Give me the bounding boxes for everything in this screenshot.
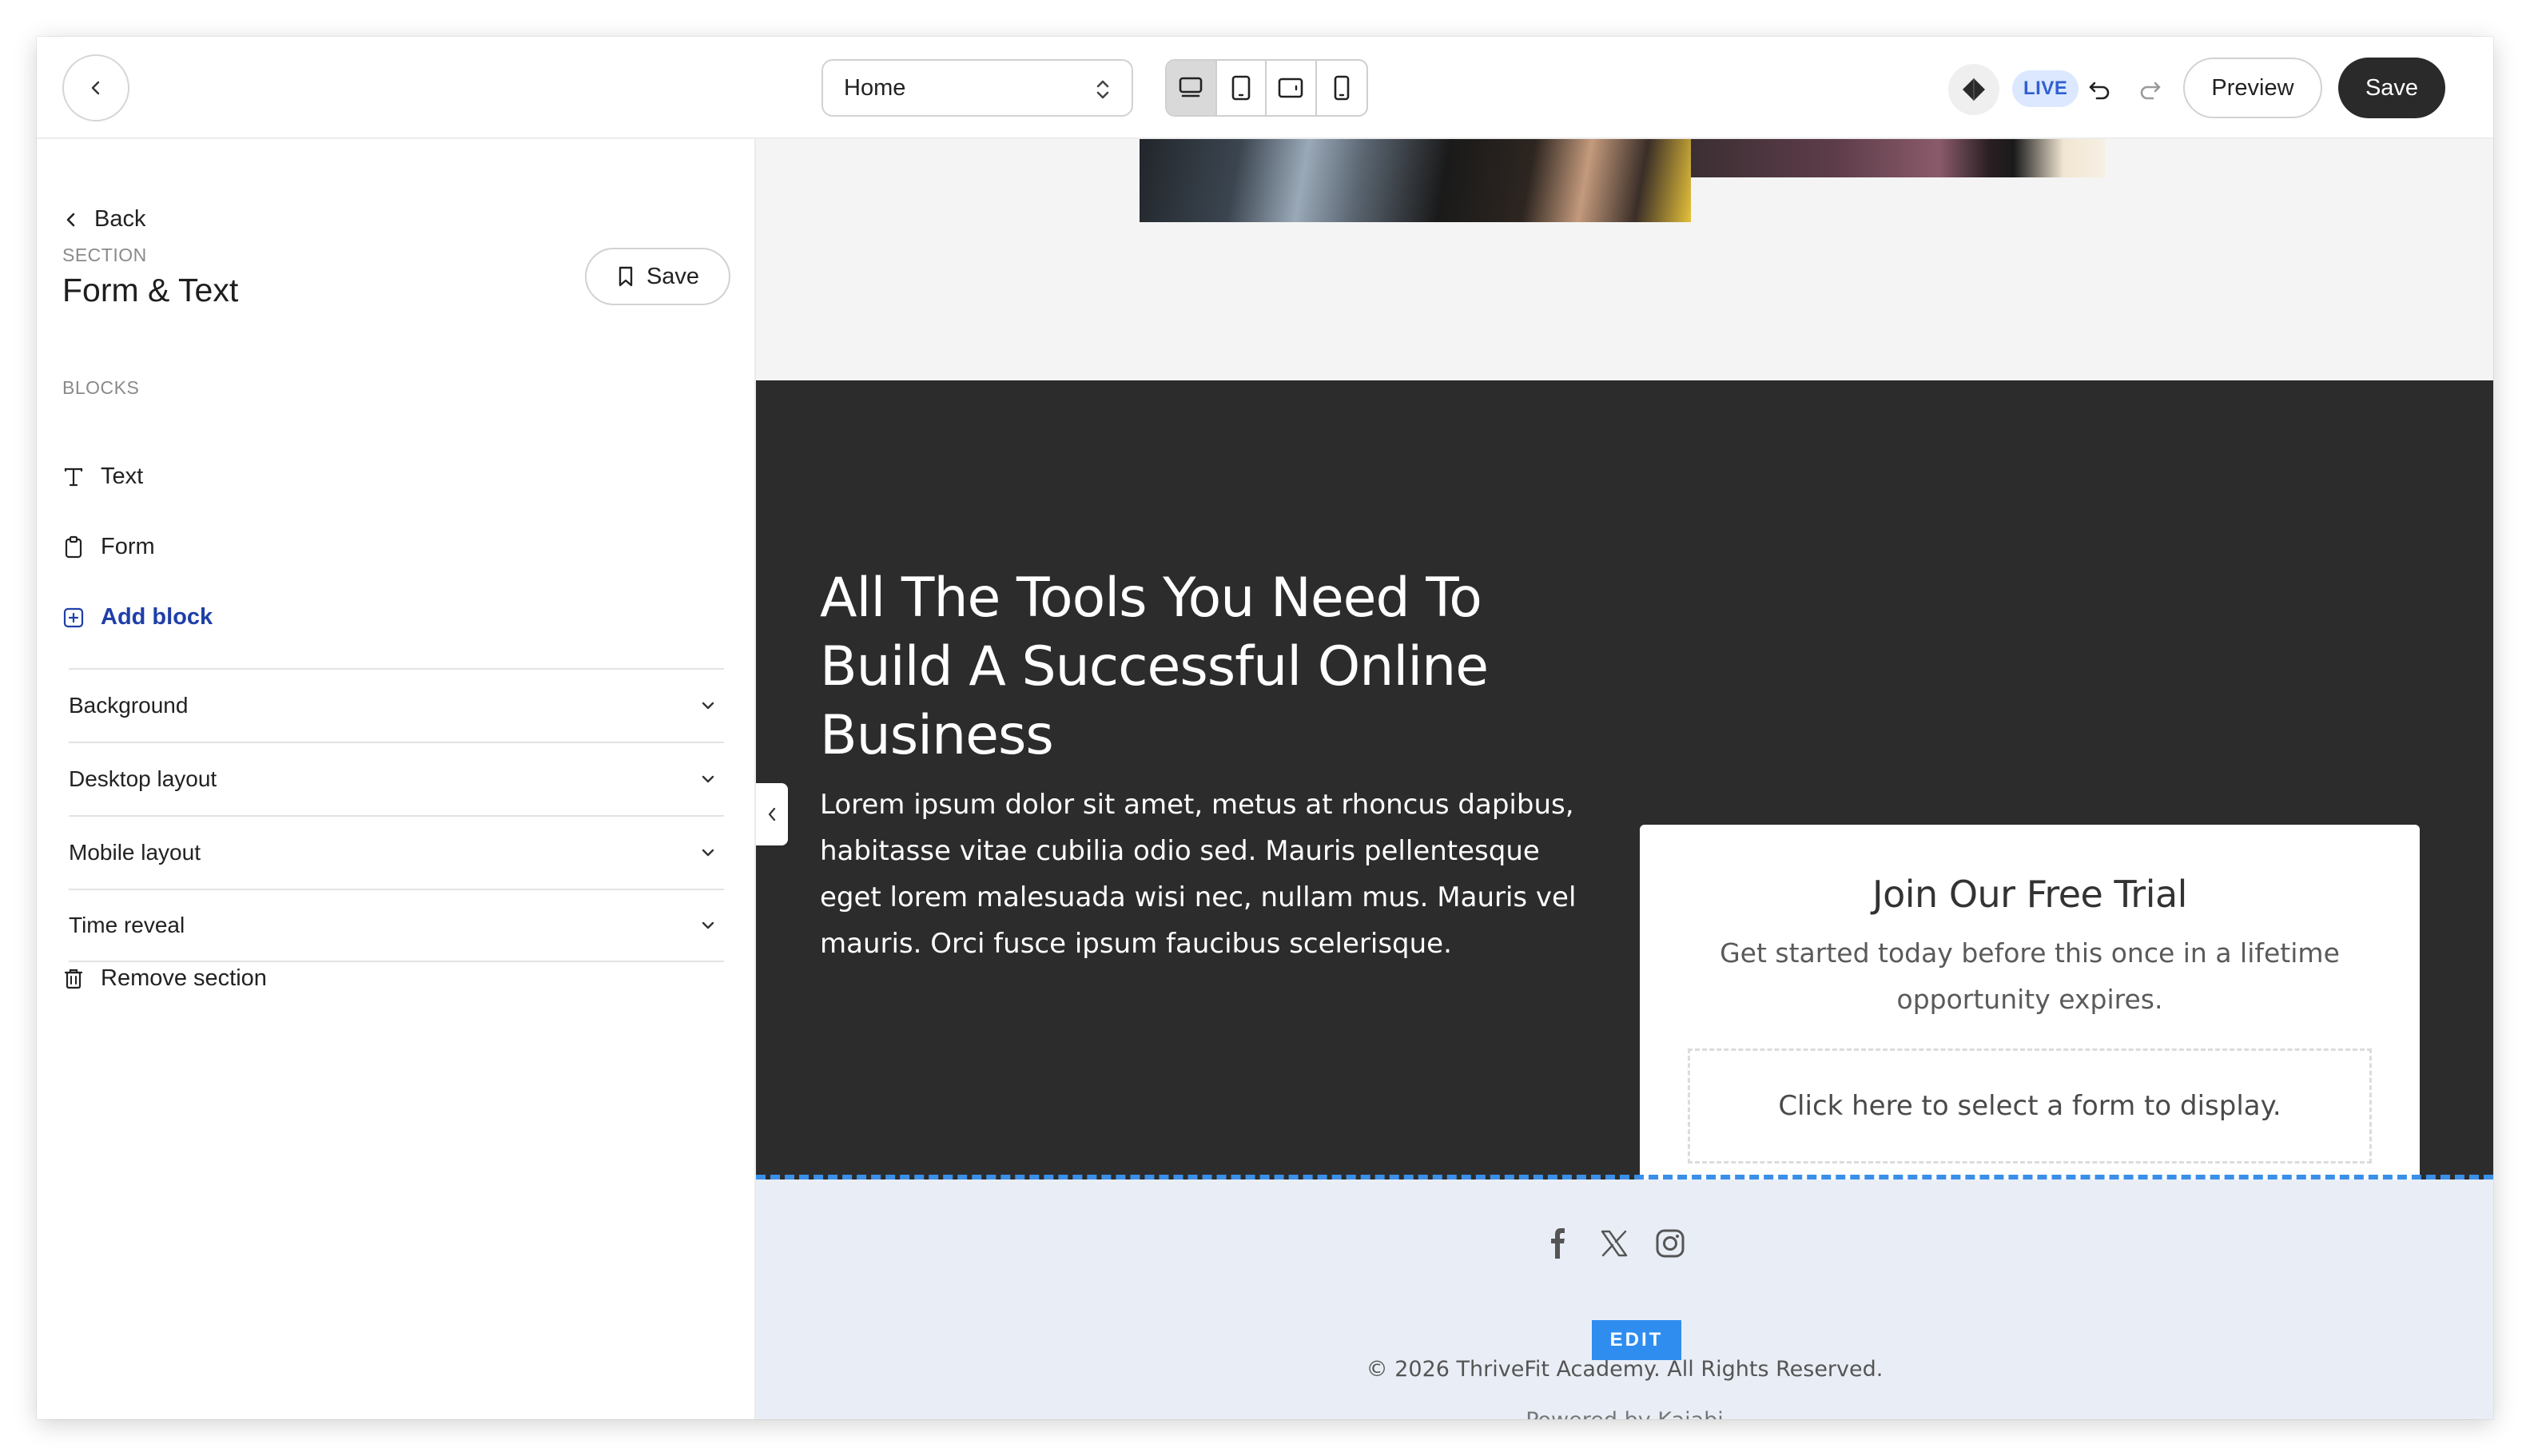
section-body-text[interactable]: Lorem ipsum dolor sit amet, metus at rho…: [820, 782, 1587, 967]
add-block-label: Add block: [101, 604, 213, 630]
mobile-view-button[interactable]: [1317, 61, 1366, 115]
preview-button[interactable]: Preview: [2183, 58, 2322, 118]
time-reveal-accordion[interactable]: Time reveal: [69, 889, 724, 962]
page-selector-value: Home: [844, 74, 906, 101]
accordion-label: Time reveal: [69, 913, 185, 937]
collapse-sidebar-tab[interactable]: [756, 783, 788, 845]
form-card-subtitle: Get started today before this once in a …: [1720, 937, 2340, 1015]
image-gallery-section[interactable]: [756, 139, 2493, 380]
chevron-down-icon: [702, 775, 714, 783]
select-form-placeholder[interactable]: Click here to select a form to display.: [1688, 1048, 2372, 1164]
undo-icon: [2089, 82, 2110, 100]
instagram-icon: [1656, 1229, 1685, 1258]
facebook-icon: [1551, 1228, 1565, 1259]
background-accordion[interactable]: Background: [69, 668, 724, 742]
chevron-left-icon: [768, 807, 776, 821]
form-card: Join Our Free Trial Get started today be…: [1640, 825, 2420, 1213]
form-card-title: Join Our Free Trial: [1872, 873, 2187, 916]
redo-icon: [2140, 82, 2161, 100]
block-item-label: Text: [101, 463, 144, 489]
page-selector[interactable]: Home: [821, 59, 1133, 117]
save-button[interactable]: Save: [2338, 58, 2445, 118]
page-preview-canvas: All The Tools You Need To Build A Succes…: [756, 139, 2493, 1419]
x-link[interactable]: [1597, 1226, 1632, 1261]
top-toolbar: Home LIVE Preview Save: [37, 37, 2493, 139]
chevron-down-icon: [702, 921, 714, 929]
desktop-icon: [1179, 77, 1203, 97]
block-item-label: Form: [101, 534, 155, 559]
mobile-icon: [1334, 75, 1350, 101]
diamond-icon: [1963, 78, 1985, 101]
copyright-text: © 2026 ThriveFit Academy. All Rights Res…: [1366, 1357, 1884, 1382]
bookmark-icon: [619, 266, 633, 287]
back-link[interactable]: Back: [62, 206, 145, 233]
form-text-section[interactable]: All The Tools You Need To Build A Succes…: [756, 380, 2493, 1213]
chevron-up-down-icon: [1096, 80, 1109, 99]
block-item-text[interactable]: Text: [62, 463, 143, 490]
accordion-label: Background: [69, 693, 189, 718]
editor-window: Home LIVE Preview Save Back SECTION Form…: [37, 37, 2493, 1419]
save-section-button[interactable]: Save: [585, 248, 730, 305]
section-settings-sidebar: Back SECTION Form & Text Save BLOCKS Tex…: [37, 139, 756, 1419]
clipboard-icon: [65, 535, 82, 558]
live-status-badge: LIVE: [2012, 70, 2079, 107]
add-block-button[interactable]: Add block: [62, 604, 213, 631]
text-icon: [64, 467, 83, 486]
chevron-down-icon: [702, 702, 714, 710]
chevron-left-icon: [91, 81, 100, 95]
blocks-eyebrow: BLOCKS: [62, 377, 140, 398]
device-toggle-group: [1165, 59, 1368, 117]
remove-section-label: Remove section: [101, 965, 267, 991]
mobile-layout-accordion[interactable]: Mobile layout: [69, 815, 724, 889]
instagram-link[interactable]: [1653, 1226, 1688, 1261]
gallery-image: [1140, 139, 1691, 222]
x-icon: [1601, 1230, 1628, 1257]
tablet-portrait-view-button[interactable]: [1217, 61, 1267, 115]
desktop-view-button[interactable]: [1167, 61, 1217, 115]
exit-editor-button[interactable]: [62, 54, 129, 121]
section-headline[interactable]: All The Tools You Need To Build A Succes…: [820, 564, 1587, 770]
back-label: Back: [94, 206, 146, 232]
footer-section[interactable]: EDIT © 2026 ThriveFit Academy. All Right…: [756, 1180, 2493, 1419]
facebook-link[interactable]: [1541, 1226, 1576, 1261]
accordion-label: Desktop layout: [69, 766, 217, 791]
theme-settings-button[interactable]: [1948, 64, 1999, 115]
tablet-landscape-view-button[interactable]: [1267, 61, 1317, 115]
redo-button[interactable]: [2132, 72, 2167, 107]
tablet-portrait-icon: [1231, 75, 1251, 101]
remove-section-button[interactable]: Remove section: [62, 965, 267, 992]
plus-square-icon: [63, 607, 84, 627]
undo-button[interactable]: [2082, 72, 2118, 107]
save-section-label: Save: [646, 263, 700, 289]
chevron-left-icon: [66, 213, 75, 226]
chevron-down-icon: [702, 849, 714, 857]
block-item-form[interactable]: Form: [62, 534, 155, 560]
gallery-image: [1691, 139, 2105, 177]
accordion-label: Mobile layout: [69, 840, 201, 865]
tablet-landscape-icon: [1278, 78, 1303, 98]
section-eyebrow: SECTION: [62, 245, 147, 265]
edit-footer-button[interactable]: EDIT: [1592, 1320, 1681, 1360]
section-title: Form & Text: [62, 272, 239, 308]
powered-by-text[interactable]: Powered by Kajabi: [756, 1408, 2493, 1419]
social-links: [1541, 1226, 1688, 1261]
desktop-layout-accordion[interactable]: Desktop layout: [69, 742, 724, 815]
trash-icon: [64, 969, 83, 989]
